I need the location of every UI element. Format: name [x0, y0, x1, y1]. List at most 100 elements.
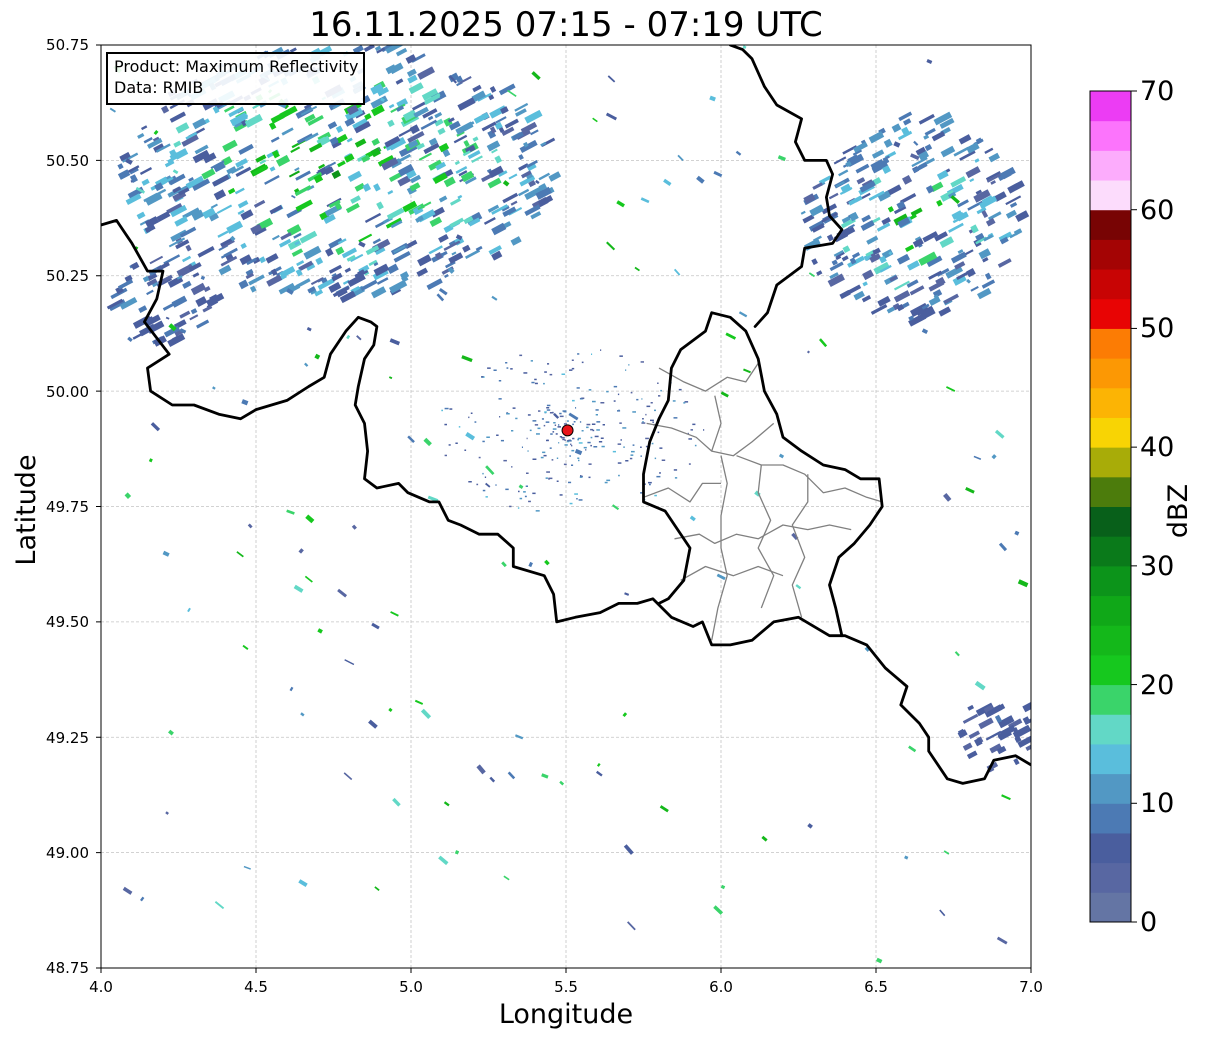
clutter-speck	[651, 442, 654, 445]
clutter-speck	[455, 442, 458, 444]
clutter-speck	[617, 410, 621, 412]
clutter-speck	[569, 502, 573, 505]
clutter-speck	[595, 414, 598, 416]
clutter-speck	[613, 400, 616, 402]
clutter-speck	[541, 418, 544, 420]
clutter-speck	[444, 423, 447, 426]
colorbar-tick-label: 0	[1140, 907, 1158, 938]
clutter-speck	[487, 367, 491, 369]
clutter-speck	[523, 372, 528, 374]
clutter-speck	[563, 423, 566, 425]
clutter-speck	[506, 413, 510, 415]
colorbar-tick-label: 50	[1140, 313, 1175, 344]
clutter-speck	[515, 417, 518, 420]
clutter-speck	[572, 399, 575, 402]
clutter-speck	[564, 439, 566, 441]
clutter-speck	[703, 429, 705, 431]
clutter-speck	[596, 429, 600, 431]
clutter-speck	[601, 445, 605, 448]
clutter-speck	[554, 424, 557, 426]
colorbar-tick-label: 40	[1140, 432, 1175, 463]
clutter-speck	[640, 455, 642, 457]
clutter-speck	[585, 449, 587, 451]
clutter-speck	[642, 421, 644, 423]
clutter-speck	[535, 510, 540, 512]
y-tick-label: 49.25	[46, 729, 89, 747]
clutter-speck	[690, 429, 693, 431]
colorbar-segment	[1090, 803, 1131, 834]
clutter-speck	[646, 405, 651, 408]
clutter-speck	[604, 481, 608, 484]
clutter-speck	[549, 412, 554, 414]
clutter-speck	[552, 428, 557, 430]
clutter-speck	[510, 368, 513, 370]
clutter-speck	[673, 417, 678, 419]
clutter-speck	[641, 398, 643, 400]
clutter-speck	[579, 421, 582, 423]
clutter-speck	[543, 424, 546, 427]
clutter-speck	[617, 393, 620, 396]
clutter-speck	[500, 439, 504, 442]
clutter-speck	[543, 382, 545, 385]
clutter-speck	[572, 437, 575, 440]
clutter-speck	[645, 437, 649, 440]
clutter-speck	[598, 441, 603, 443]
clutter-speck	[602, 424, 605, 426]
x-tick-label: 5.5	[554, 978, 578, 996]
clutter-speck	[505, 362, 508, 364]
clutter-speck	[482, 440, 485, 443]
clutter-speck	[617, 443, 622, 445]
clutter-speck	[518, 490, 520, 493]
clutter-speck	[485, 496, 488, 498]
clutter-speck	[654, 494, 657, 497]
clutter-speck	[571, 444, 573, 447]
x-tick-label: 6.0	[709, 978, 733, 996]
clutter-speck	[688, 463, 691, 465]
clutter-speck	[444, 454, 447, 457]
map-title: 16.11.2025 07:15 - 07:19 UTC	[309, 5, 823, 45]
clutter-speck	[600, 349, 602, 351]
clutter-speck	[673, 469, 678, 471]
clutter-speck	[570, 443, 572, 446]
clutter-speck	[578, 499, 583, 501]
clutter-speck	[581, 361, 584, 364]
clutter-speck	[645, 413, 647, 416]
clutter-speck	[593, 446, 598, 448]
clutter-speck	[619, 355, 623, 357]
clutter-speck	[545, 477, 548, 479]
clutter-speck	[499, 416, 501, 418]
clutter-speck	[683, 402, 686, 404]
clutter-speck	[574, 493, 578, 495]
clutter-speck	[478, 456, 481, 459]
x-tick-label: 6.5	[864, 978, 888, 996]
product-info-box: Product: Maximum Reflectivity Data: RMIB	[106, 52, 366, 105]
clutter-speck	[657, 431, 660, 434]
clutter-speck	[567, 440, 569, 442]
clutter-speck	[561, 373, 566, 375]
colorbar-segment	[1090, 743, 1131, 775]
clutter-speck	[573, 421, 576, 423]
clutter-speck	[486, 436, 490, 438]
clutter-speck	[544, 371, 547, 373]
clutter-speck	[592, 429, 595, 432]
clutter-speck	[509, 505, 512, 508]
colorbar-segment	[1090, 506, 1131, 537]
clutter-speck	[612, 450, 616, 453]
clutter-speck	[579, 397, 582, 400]
colorbar-tick-label: 60	[1140, 195, 1175, 226]
clutter-speck	[532, 420, 537, 422]
clutter-speck	[553, 422, 556, 424]
clutter-speck	[503, 459, 507, 462]
colorbar-segment	[1090, 269, 1131, 300]
clutter-speck	[657, 382, 659, 384]
clutter-speck	[498, 380, 502, 382]
y-tick-marks	[96, 44, 101, 969]
colorbar-segment	[1090, 773, 1131, 804]
clutter-speck	[678, 388, 682, 391]
clutter-speck	[594, 435, 599, 438]
clutter-speck	[495, 484, 497, 486]
clutter-speck	[630, 391, 633, 394]
y-tick-label: 50.25	[46, 267, 89, 285]
colorbar-segment	[1090, 714, 1131, 745]
clutter-speck	[547, 439, 549, 441]
